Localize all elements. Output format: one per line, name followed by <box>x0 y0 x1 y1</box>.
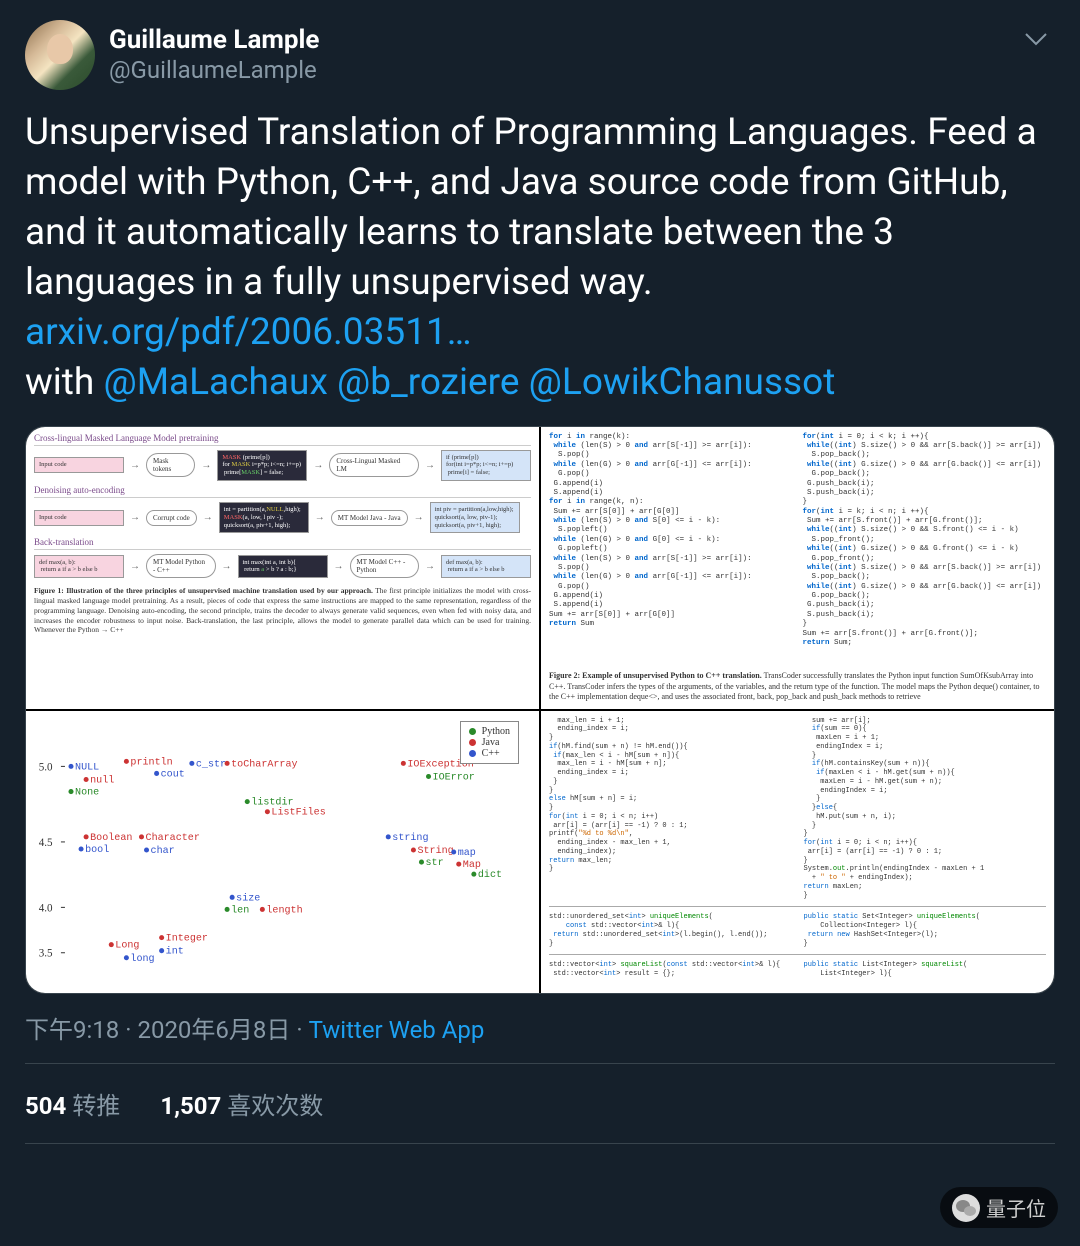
media-grid[interactable]: Cross-lingual Masked Language Model pret… <box>25 426 1055 994</box>
diagram-box: int piv = partition(a,low,high);quicksor… <box>430 502 520 533</box>
tweet-link[interactable]: arxiv.org/pdf/2006.03511… <box>25 311 472 354</box>
code-snip-java: public static Set<Integer> uniqueElement… <box>804 913 1047 948</box>
diagram-oval: MT Model Java - Java <box>331 510 408 526</box>
diagram-section-title: Denoising auto-encoding <box>34 485 531 498</box>
code-snip-cpp2: std::vector<int> squareList(const std::v… <box>549 961 792 979</box>
code-col-cpp2: max_len = i + 1; ending_index = i;} if(h… <box>549 717 792 901</box>
svg-text:toCharArray: toCharArray <box>231 758 297 770</box>
likes-stat[interactable]: 1,507喜欢次数 <box>160 1086 323 1121</box>
svg-text:Integer: Integer <box>166 933 208 944</box>
svg-text:map: map <box>458 848 476 859</box>
code-col-cpp: for(int i = 0; i < k; i ++){ while((int)… <box>803 433 1047 656</box>
figure-caption: Figure 2: Example of unsupervised Python… <box>549 671 1046 702</box>
diagram-section-title: Cross-lingual Masked Language Model pret… <box>34 433 531 446</box>
mention-2[interactable]: @b_roziere <box>337 361 519 404</box>
svg-text:dict: dict <box>478 869 502 881</box>
svg-text:long: long <box>130 952 154 964</box>
diagram-box: if (prime[p])for(int i=p*p; i<=n; i+=p) … <box>441 450 531 481</box>
svg-text:int: int <box>166 945 184 957</box>
media-image-2[interactable]: for i in range(k): while (len(S) > 0 and… <box>541 427 1054 709</box>
wechat-icon <box>952 1194 980 1222</box>
code-snip-java2: public static List<Integer> squareList( … <box>804 961 1047 979</box>
mention-3[interactable]: @LowikChanussot <box>529 361 836 404</box>
display-name[interactable]: Guillaume Lample <box>109 25 319 56</box>
wechat-watermark: 量子位 <box>940 1187 1058 1228</box>
chevron-down-icon <box>1025 33 1047 47</box>
diagram-oval: MT Model C++ - Python <box>350 554 420 578</box>
code-snip-cpp: std::unordered_set<int> uniqueElements( … <box>549 913 792 948</box>
user-row[interactable]: Guillaume Lample @GuillaumeLample <box>25 20 319 90</box>
tweet-stats: 504转推 1,507喜欢次数 <box>25 1064 1055 1144</box>
user-info: Guillaume Lample @GuillaumeLample <box>109 25 319 85</box>
svg-text:cout: cout <box>161 769 185 780</box>
svg-text:Character: Character <box>146 832 200 844</box>
svg-text:3.5: 3.5 <box>39 947 53 959</box>
tweet-body: Unsupervised Translation of Programming … <box>25 111 1037 304</box>
svg-text:NULL: NULL <box>75 762 99 773</box>
svg-text:c_str: c_str <box>196 759 226 770</box>
svg-text:println: println <box>130 756 172 768</box>
svg-text:4.5: 4.5 <box>39 837 53 849</box>
diagram-oval: Corrupt code <box>146 510 197 526</box>
tweet-time[interactable]: 下午9:18 <box>25 1016 119 1044</box>
tweet: Guillaume Lample @GuillaumeLample Unsupe… <box>0 0 1080 1164</box>
diagram-box: MASK (prime[p])for MASK i=p*p; i<=n; i+=… <box>217 450 307 481</box>
svg-text:string: string <box>392 832 428 844</box>
svg-text:null: null <box>90 774 114 786</box>
svg-text:4.0: 4.0 <box>39 902 53 914</box>
svg-text:Boolean: Boolean <box>90 832 132 844</box>
svg-text:None: None <box>75 787 99 798</box>
svg-text:5.0: 5.0 <box>39 761 53 773</box>
more-menu-button[interactable] <box>1017 20 1055 58</box>
user-handle[interactable]: @GuillaumeLample <box>109 56 319 85</box>
diagram-box: int max(int a, int b){ return a > b ? a … <box>238 555 328 579</box>
diagram-oval: Cross-Lingual Masked LM <box>329 453 419 477</box>
svg-text:str: str <box>426 858 444 869</box>
diagram-box: def max(a, b): return a if a > b else b <box>441 555 531 579</box>
svg-text:size: size <box>236 892 260 904</box>
svg-text:char: char <box>151 845 175 857</box>
tweet-date[interactable]: 2020年6月8日 <box>137 1016 290 1044</box>
svg-text:length: length <box>266 904 302 916</box>
diagram-box: Input code <box>34 457 124 473</box>
tweet-meta: 下午9:18 · 2020年6月8日 · Twitter Web App <box>25 1010 1055 1064</box>
chart-legend: Python Java C++ <box>460 721 519 764</box>
svg-text:IOError: IOError <box>433 772 475 783</box>
svg-text:Long: Long <box>115 940 139 951</box>
mention-1[interactable]: @MaLachaux <box>103 361 327 404</box>
diagram-box: def max(a, b): return a if a > b else b <box>34 555 124 579</box>
figure-caption: Figure 1: Illustration of the three prin… <box>34 586 531 635</box>
svg-text:ListFiles: ListFiles <box>271 806 325 818</box>
with-label: with <box>25 361 103 404</box>
svg-text:bool: bool <box>85 844 109 856</box>
tweet-text: Unsupervised Translation of Programming … <box>25 108 1055 408</box>
diagram-box: Input code <box>34 510 124 526</box>
tweet-source[interactable]: Twitter Web App <box>309 1016 485 1044</box>
svg-text:String: String <box>417 845 453 857</box>
watermark-label: 量子位 <box>986 1193 1046 1222</box>
code-col-python: for i in range(k): while (len(S) > 0 and… <box>549 433 793 656</box>
avatar[interactable] <box>25 20 95 90</box>
svg-text:len: len <box>231 904 249 916</box>
diagram-box: int = partition(a,NULL,high);MASK(a, low… <box>219 502 309 533</box>
media-image-3[interactable]: 5.0 4.5 4.0 3.5 NULLnullNoneprintlncoutc… <box>26 711 539 993</box>
tweet-header: Guillaume Lample @GuillaumeLample <box>25 20 1055 90</box>
media-image-4[interactable]: max_len = i + 1; ending_index = i;} if(h… <box>541 711 1054 993</box>
diagram-oval: Mask tokens <box>146 453 195 477</box>
diagram-oval: MT Model Python - C++ <box>146 554 216 578</box>
media-image-1[interactable]: Cross-lingual Masked Language Model pret… <box>26 427 539 709</box>
retweets-stat[interactable]: 504转推 <box>25 1086 120 1121</box>
diagram-section-title: Back-translation <box>34 537 531 550</box>
code-col-java: sum += arr[i]; if(sum == 0){ maxLen = i … <box>804 717 1047 901</box>
